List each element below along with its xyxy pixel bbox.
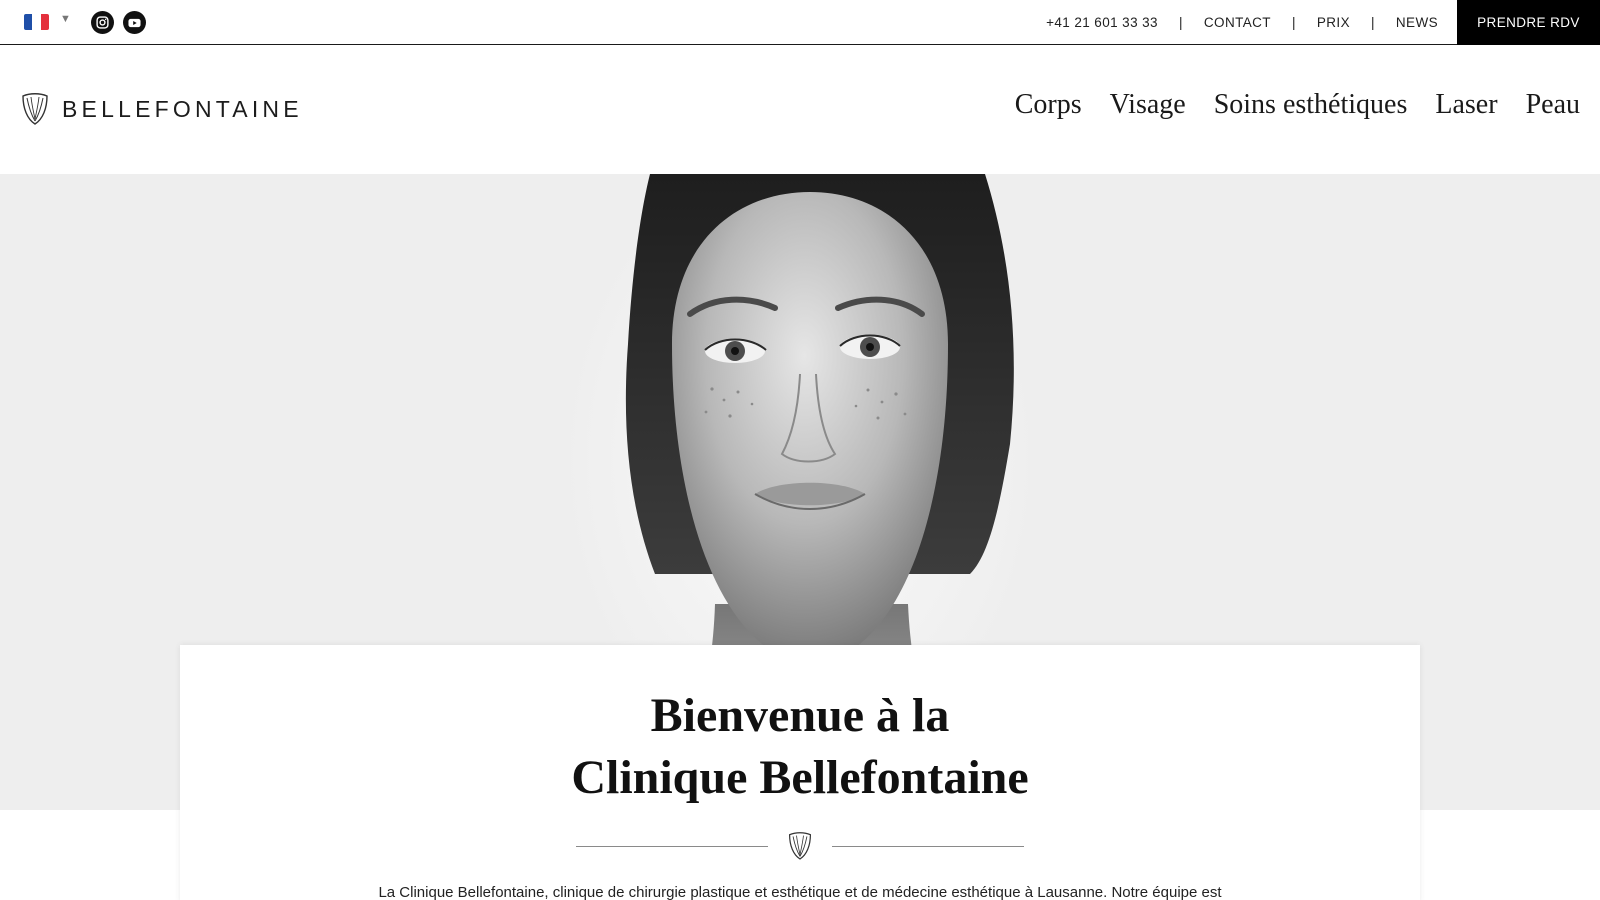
nav-item-soins-esthetiques[interactable]: Soins esthétiques [1214,89,1408,121]
nav-item-visage[interactable]: Visage [1110,89,1186,121]
crest-icon [788,832,812,860]
nav-item-peau[interactable]: Peau [1526,89,1580,121]
book-appointment-button[interactable]: PRENDRE RDV [1457,0,1600,45]
bellefontaine-logo-icon [22,93,48,125]
instagram-icon[interactable] [91,11,114,34]
news-link[interactable]: NEWS [1396,15,1438,30]
welcome-intro-text: La Clinique Bellefontaine, clinique de c… [378,884,1222,900]
nav-item-corps[interactable]: Corps [1015,89,1082,121]
utility-links: +41 21 601 33 33 | CONTACT | PRIX | NEWS [1046,0,1438,44]
separator: | [1370,14,1375,30]
divider-line-right [832,846,1024,847]
logo-text: BELLEFONTAINE [62,95,303,122]
site-logo[interactable]: BELLEFONTAINE [20,92,303,126]
top-utility-bar: ▼ +41 21 601 33 33 | CONTACT | PRIX | NE… [0,0,1600,45]
separator: | [1178,14,1183,30]
prix-link[interactable]: PRIX [1317,15,1350,30]
welcome-title-line1: Bienvenue à la [650,689,950,742]
welcome-title-line2: Clinique Bellefontaine [571,751,1029,804]
chevron-down-icon[interactable]: ▼ [60,13,71,25]
divider-line-left [576,846,768,847]
phone-link[interactable]: +41 21 601 33 33 [1046,15,1158,30]
language-flag-icon[interactable] [24,14,49,30]
contact-link[interactable]: CONTACT [1204,15,1271,30]
nav-item-laser[interactable]: Laser [1435,89,1497,121]
main-navigation: Corps Visage Soins esthétiques Laser Pea… [1015,89,1580,121]
youtube-icon[interactable] [123,11,146,34]
separator: | [1291,14,1296,30]
welcome-title: Bienvenue à la Clinique Bellefontaine [180,685,1420,809]
